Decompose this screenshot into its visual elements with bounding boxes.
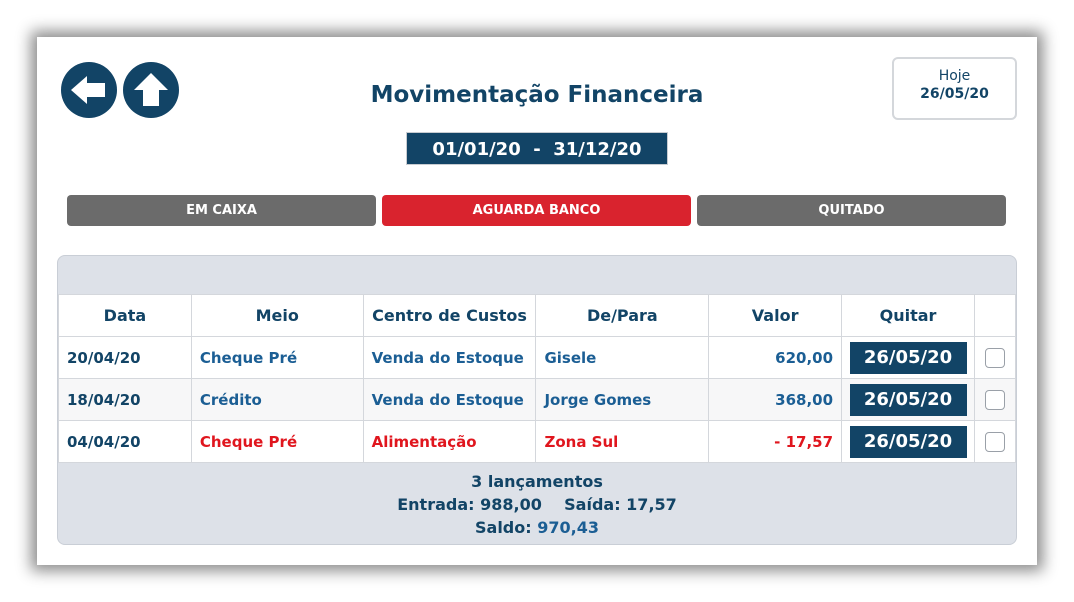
today-date: 26/05/20 xyxy=(920,86,989,102)
cell-meio: Cheque Pré xyxy=(190,336,364,379)
table-row[interactable]: 04/04/20 Cheque Pré Alimentação Zona Sul… xyxy=(58,420,1016,463)
cell-valor: 620,00 xyxy=(708,336,843,379)
cell-data: 04/04/20 xyxy=(58,420,192,463)
transactions-panel: Data Meio Centro de Custos De/Para Valor… xyxy=(57,255,1017,545)
saida-label: Saída: xyxy=(564,495,621,514)
cell-quitar: 26/05/20 xyxy=(841,378,975,421)
quitar-date-button[interactable]: 26/05/20 xyxy=(849,383,967,416)
cell-data: 20/04/20 xyxy=(58,336,192,379)
col-header-data[interactable]: Data xyxy=(58,294,192,337)
cell-depara: Gisele xyxy=(535,336,710,379)
summary-totals: Entrada: 988,00 Saída: 17,57 xyxy=(58,493,1016,516)
today-box: Hoje 26/05/20 xyxy=(892,57,1017,120)
row-checkbox[interactable] xyxy=(985,389,1005,410)
saldo-label: Saldo: xyxy=(475,518,532,537)
col-header-depara[interactable]: De/Para xyxy=(535,294,710,337)
row-checkbox[interactable] xyxy=(985,347,1005,368)
cell-depara: Jorge Gomes xyxy=(535,378,710,421)
tab-aguarda-banco[interactable]: AGUARDA BANCO xyxy=(382,195,691,226)
entrada-value: 988,00 xyxy=(480,495,542,514)
cell-quitar: 26/05/20 xyxy=(841,420,975,463)
cell-data: 18/04/20 xyxy=(58,378,192,421)
summary-count: 3 lançamentos xyxy=(471,472,603,491)
summary: 3 lançamentos Entrada: 988,00 Saída: 17,… xyxy=(58,470,1016,539)
cell-depara: Zona Sul xyxy=(535,420,710,463)
row-checkbox[interactable] xyxy=(985,431,1005,452)
cell-centro: Venda do Estoque xyxy=(362,336,537,379)
cell-meio: Cheque Pré xyxy=(190,420,364,463)
saldo-value: 970,43 xyxy=(537,518,599,537)
home-button[interactable] xyxy=(123,62,179,118)
period-selector[interactable]: 01/01/20 - 31/12/20 xyxy=(406,132,668,165)
cell-valor: 368,00 xyxy=(708,378,843,421)
tab-em-caixa[interactable]: EM CAIXA xyxy=(67,195,376,226)
quitar-date-button[interactable]: 26/05/20 xyxy=(849,425,967,458)
cell-meio: Crédito xyxy=(190,378,364,421)
back-button[interactable] xyxy=(61,62,117,118)
quitar-date-button[interactable]: 26/05/20 xyxy=(849,341,967,374)
arrow-up-icon xyxy=(134,73,168,106)
cell-select xyxy=(974,336,1016,379)
cell-quitar: 26/05/20 xyxy=(841,336,975,379)
col-header-meio[interactable]: Meio xyxy=(190,294,364,337)
transactions-table: Data Meio Centro de Custos De/Para Valor… xyxy=(58,294,1016,463)
saida-value: 17,57 xyxy=(626,495,677,514)
cell-valor: - 17,57 xyxy=(708,420,843,463)
cell-select xyxy=(974,420,1016,463)
arrow-left-icon xyxy=(71,76,105,104)
page-title: Movimentação Financeira xyxy=(370,82,704,108)
col-header-quitar: Quitar xyxy=(841,294,975,337)
col-header-select xyxy=(974,294,1016,337)
tab-quitado[interactable]: QUITADO xyxy=(697,195,1006,226)
col-header-valor[interactable]: Valor xyxy=(708,294,843,337)
table-row[interactable]: 18/04/20 Crédito Venda do Estoque Jorge … xyxy=(58,378,1016,421)
cell-centro: Venda do Estoque xyxy=(362,378,537,421)
today-label: Hoje xyxy=(938,68,971,84)
entrada-label: Entrada: xyxy=(397,495,475,514)
cell-select xyxy=(974,378,1016,421)
cell-centro: Alimentação xyxy=(362,420,537,463)
table-header-row: Data Meio Centro de Custos De/Para Valor… xyxy=(58,294,1016,337)
table-row[interactable]: 20/04/20 Cheque Pré Venda do Estoque Gis… xyxy=(58,336,1016,379)
col-header-centro[interactable]: Centro de Custos xyxy=(362,294,537,337)
summary-saldo: Saldo: 970,43 xyxy=(58,516,1016,539)
